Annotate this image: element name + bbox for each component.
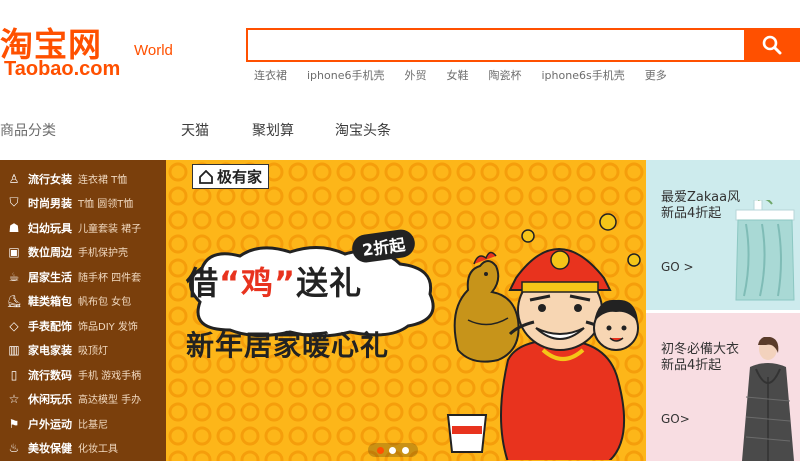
nav-item-tmall[interactable]: 天猫 (181, 120, 209, 140)
hot-word-link[interactable]: iphone6手机壳 (307, 67, 384, 83)
hot-word-link[interactable]: iphone6s手机壳 (541, 67, 624, 83)
category-item[interactable]: ♨ 美妆保健 化妆工具 (0, 436, 166, 459)
taobao-logo[interactable]: 淘宝网 Taobao.com (0, 18, 130, 88)
category-main-label[interactable]: 美妆保健 (28, 440, 72, 456)
category-main-label[interactable]: 手表配饰 (28, 318, 72, 334)
category-main-label[interactable]: 居家生活 (28, 269, 72, 285)
logo-world-label[interactable]: World (134, 42, 173, 59)
promo-go-link[interactable]: GO> (661, 412, 690, 426)
hot-word-link[interactable]: 连衣裙 (254, 67, 287, 83)
appliance-icon: ▥ (8, 342, 20, 357)
category-sub-label[interactable]: 儿童套装 裙子 (78, 220, 141, 235)
banner-headline: 借“鸡”送礼 (186, 258, 362, 304)
category-main-label[interactable]: 休闲玩乐 (28, 391, 72, 407)
category-item[interactable]: ⛉ 时尚男装 T恤 圆领T恤 (0, 191, 166, 214)
category-sub-label[interactable]: 比基尼 (78, 416, 108, 431)
hot-word-link[interactable]: 女鞋 (446, 67, 468, 83)
category-sub-label[interactable]: 手机保护壳 (78, 244, 128, 259)
promo-go-link[interactable]: GO > (661, 260, 694, 274)
diamond-icon: ◇ (9, 318, 19, 333)
headline-part: 送礼 (296, 264, 363, 302)
carousel-indicator (368, 443, 418, 457)
nav-item-headlines[interactable]: 淘宝头条 (335, 120, 391, 140)
shirt-icon: ⛉ (9, 195, 19, 209)
promo-card-coat[interactable]: 初冬必備大衣 新品4折起 GO> (646, 313, 800, 461)
category-sidebar: ♙ 流行女装 连衣裙 T恤 ⛉ 时尚男装 T恤 圆领T恤 ☗ 妇幼玩具 儿童套装… (0, 160, 166, 461)
running-icon: ⚑ (8, 416, 20, 431)
hero-banner[interactable]: 极有家 2折起 借“鸡”送礼 新年居家暖心礼 (166, 160, 646, 461)
promo-card-zakaa[interactable]: 最爱Zakaa风 新品4折起 GO > (646, 160, 800, 310)
phone-icon: ▯ (10, 367, 18, 382)
category-main-label[interactable]: 户外运动 (28, 416, 72, 432)
child-figure (593, 299, 639, 351)
hot-word-link[interactable]: 外贸 (404, 67, 426, 83)
hot-word-link[interactable]: 陶瓷杯 (488, 67, 521, 83)
category-sub-label[interactable]: 随手杯 四件套 (78, 269, 141, 284)
category-item[interactable]: ☕ 居家生活 随手杯 四件套 (0, 265, 166, 288)
cup-icon: ☕ (8, 269, 20, 284)
category-main-label[interactable]: 家电家装 (28, 342, 72, 358)
brand-tag: 极有家 (192, 164, 270, 189)
hot-search-words: 连衣裙 iphone6手机壳 外贸 女鞋 陶瓷杯 iphone6s手机壳 更多 (254, 67, 687, 83)
brand-name: 极有家 (217, 168, 263, 186)
category-item[interactable]: ⚑ 户外运动 比基尼 (0, 412, 166, 435)
taobao-homepage: 淘宝网 Taobao.com World 连衣裙 iphone6手机壳 外贸 女… (0, 0, 800, 461)
gift-bucket (446, 414, 488, 453)
category-sub-label[interactable]: T恤 圆领T恤 (78, 195, 133, 210)
category-item[interactable]: ♙ 流行女装 连衣裙 T恤 (0, 167, 166, 190)
category-item[interactable]: ☗ 妇幼玩具 儿童套装 裙子 (0, 216, 166, 239)
category-sub-label[interactable]: 手机 游戏手柄 (78, 367, 141, 382)
banner-subline: 新年居家暖心礼 (186, 329, 390, 362)
woman-in-coat-image (742, 337, 794, 461)
house-icon (199, 169, 213, 184)
category-main-label[interactable]: 鞋类箱包 (28, 293, 72, 309)
category-item[interactable]: ▣ 数位周边 手机保护壳 (0, 240, 166, 263)
hot-word-more-link[interactable]: 更多 (645, 67, 667, 83)
table-with-cloth-image (735, 200, 795, 301)
search-input[interactable] (248, 30, 744, 60)
category-item[interactable]: ◇ 手表配饰 饰品DIY 发饰 (0, 314, 166, 337)
headline-part: 借 (186, 264, 220, 302)
category-item[interactable]: ⛸ 鞋类箱包 帆布包 女包 (0, 289, 166, 312)
bottle-icon: ♨ (8, 440, 20, 455)
promo-title-line1: 最爱Zakaa风 (661, 190, 741, 205)
category-sub-label[interactable]: 吸顶灯 (78, 342, 108, 357)
promo-title-line2: 新品4折起 (661, 206, 722, 221)
star-icon: ☆ (8, 391, 20, 406)
search-box (246, 28, 746, 62)
category-main-label[interactable]: 妇幼玩具 (28, 220, 72, 236)
device-icon: ▣ (8, 244, 20, 259)
carousel-dot[interactable] (389, 446, 397, 454)
category-sub-label[interactable]: 帆布包 女包 (78, 293, 131, 308)
category-sub-label[interactable]: 化妆工具 (78, 440, 118, 455)
toy-icon: ☗ (8, 220, 20, 235)
person-icon: ♙ (8, 171, 20, 186)
carousel-dot[interactable] (402, 446, 410, 454)
category-sub-label[interactable]: 高达模型 手办 (78, 391, 141, 406)
category-item[interactable]: ▥ 家电家装 吸顶灯 (0, 338, 166, 361)
logo-english-text: Taobao.com (4, 58, 121, 80)
god-of-wealth-illustration (446, 213, 641, 460)
category-sub-label[interactable]: 连衣裙 T恤 (78, 171, 127, 186)
category-main-label[interactable]: 数位周边 (28, 244, 72, 260)
promo-title-line2: 新品4折起 (661, 358, 722, 373)
category-item[interactable]: ☆ 休闲玩乐 高达模型 手办 (0, 387, 166, 410)
search-icon (762, 35, 782, 55)
rooster-figure (453, 251, 520, 363)
shoe-icon: ⛸ (6, 293, 22, 308)
category-sub-label[interactable]: 饰品DIY 发饰 (78, 318, 138, 333)
promo-title-line1: 初冬必備大衣 (661, 342, 740, 357)
headline-highlight: “鸡” (219, 264, 297, 302)
search-button[interactable] (744, 28, 800, 62)
nav-item-juhuasuan[interactable]: 聚划算 (252, 120, 294, 140)
nav-category-label: 商品分类 (0, 123, 56, 139)
category-item[interactable]: ▯ 流行数码 手机 游戏手柄 (0, 363, 166, 386)
god-figure (500, 248, 626, 460)
category-main-label[interactable]: 流行数码 (28, 367, 72, 383)
category-main-label[interactable]: 时尚男装 (28, 195, 72, 211)
carousel-dot[interactable] (376, 446, 384, 454)
main-nav: 商品分类 天猫 聚划算 淘宝头条 (0, 116, 800, 144)
category-main-label[interactable]: 流行女装 (28, 171, 72, 187)
